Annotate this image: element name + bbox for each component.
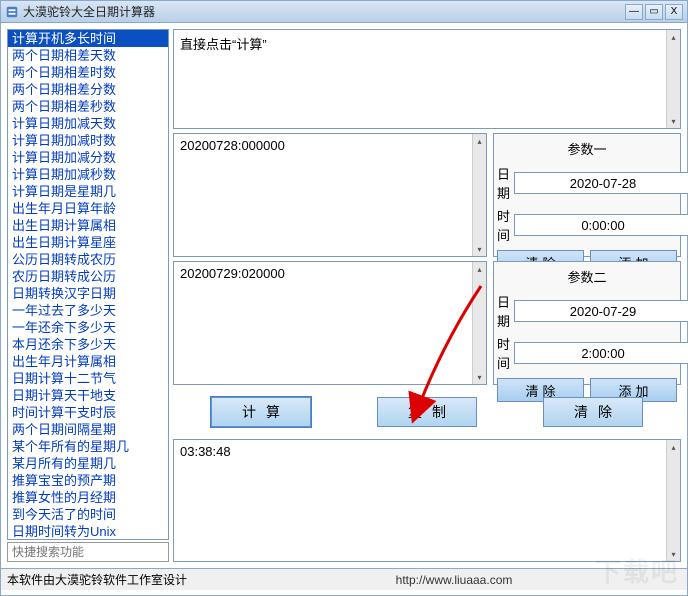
sidebar-item[interactable]: 日期转换汉字日期 xyxy=(8,285,168,302)
sidebar-item[interactable]: 两个日期间隔星期 xyxy=(8,421,168,438)
result-text: 03:38:48 xyxy=(180,444,231,459)
titlebar: 大漠驼铃大全日期计算器 — ▭ X xyxy=(1,1,687,23)
sidebar-item[interactable]: 日期计算十二节气 xyxy=(8,370,168,387)
param1-title: 参数一 xyxy=(497,137,677,160)
sidebar-item[interactable]: 出生日期计算属相 xyxy=(8,217,168,234)
scrollbar[interactable]: ▴▾ xyxy=(666,30,680,128)
sidebar-item[interactable]: 计算日期是星期几 xyxy=(8,183,168,200)
hint-text: 直接点击“计算” xyxy=(180,37,267,52)
sidebar-item[interactable]: 两个日期相差天数 xyxy=(8,47,168,64)
scrollbar[interactable]: ▴▾ xyxy=(472,262,486,384)
param2-title: 参数二 xyxy=(497,265,677,288)
sidebar-item[interactable]: 计算日期加减分数 xyxy=(8,149,168,166)
status-url: http://www.liuaaa.com xyxy=(227,573,681,587)
sidebar-item[interactable]: 两个日期相差秒数 xyxy=(8,98,168,115)
param2-time-label: 时间 xyxy=(497,334,510,372)
close-button[interactable]: X xyxy=(665,4,683,20)
param2-value: 20200729:020000 xyxy=(180,266,285,281)
param1-date-input[interactable] xyxy=(514,172,688,194)
sidebar-item[interactable]: 某个年所有的星期几 xyxy=(8,438,168,455)
param2-time-input[interactable] xyxy=(514,342,688,364)
param1-value: 20200728:000000 xyxy=(180,138,285,153)
sidebar-item[interactable]: 到今天活了的时间 xyxy=(8,506,168,523)
sidebar-item[interactable]: 推算宝宝的预产期 xyxy=(8,472,168,489)
scrollbar[interactable]: ▴▾ xyxy=(666,440,680,561)
sidebar-item[interactable]: 计算日期加减时数 xyxy=(8,132,168,149)
search-input[interactable] xyxy=(7,542,169,562)
param2-textarea[interactable]: 20200729:020000 ▴▾ xyxy=(173,261,487,385)
param1-time-input[interactable] xyxy=(514,214,688,236)
sidebar-item[interactable]: 推算女性的月经期 xyxy=(8,489,168,506)
param1-textarea[interactable]: 20200728:000000 ▴▾ xyxy=(173,133,487,257)
sidebar-item[interactable]: 本月还余下多少天 xyxy=(8,336,168,353)
param1-time-label: 时间 xyxy=(497,206,510,244)
window-title: 大漠驼铃大全日期计算器 xyxy=(23,3,625,20)
app-window: 大漠驼铃大全日期计算器 — ▭ X 计算开机多长时间两个日期相差天数两个日期相差… xyxy=(0,0,688,596)
sidebar-item[interactable]: 出生年月日算年龄 xyxy=(8,200,168,217)
sidebar-item[interactable]: 日期计算天干地支 xyxy=(8,387,168,404)
sidebar-item[interactable]: 出生年月计算属相 xyxy=(8,353,168,370)
sidebar-item[interactable]: 农历日期转成公历 xyxy=(8,268,168,285)
sidebar: 计算开机多长时间两个日期相差天数两个日期相差时数两个日期相差分数两个日期相差秒数… xyxy=(7,29,169,562)
sidebar-list[interactable]: 计算开机多长时间两个日期相差天数两个日期相差时数两个日期相差分数两个日期相差秒数… xyxy=(7,29,169,540)
sidebar-item[interactable]: 公历日期转成农历 xyxy=(8,251,168,268)
sidebar-item[interactable]: 两个日期相差时数 xyxy=(8,64,168,81)
sidebar-item[interactable]: 一年还余下多少天 xyxy=(8,319,168,336)
sidebar-item[interactable]: 日期时间转为Unix xyxy=(8,523,168,540)
sidebar-item[interactable]: 某月所有的星期几 xyxy=(8,455,168,472)
sidebar-item[interactable]: 两个日期相差分数 xyxy=(8,81,168,98)
clear-all-button[interactable]: 清除 xyxy=(543,397,643,427)
calculate-button[interactable]: 计算 xyxy=(211,397,311,427)
action-row: 计算 复制 清除 xyxy=(173,389,681,435)
result-box: 03:38:48 ▴▾ xyxy=(173,439,681,562)
maximize-button[interactable]: ▭ xyxy=(645,4,663,20)
param1-panel: 参数一 日期 ▼ 时间 清 xyxy=(493,133,681,257)
sidebar-item[interactable]: 计算日期加减秒数 xyxy=(8,166,168,183)
hint-box: 直接点击“计算” ▴▾ xyxy=(173,29,681,129)
status-credit: 本软件由大漠驼铃软件工作室设计 xyxy=(7,571,227,588)
minimize-button[interactable]: — xyxy=(625,4,643,20)
param2-date-label: 日期 xyxy=(497,292,510,330)
statusbar: 本软件由大漠驼铃软件工作室设计 http://www.liuaaa.com xyxy=(1,568,687,590)
scrollbar[interactable]: ▴▾ xyxy=(472,134,486,256)
param2-date-input[interactable] xyxy=(514,300,688,322)
sidebar-item[interactable]: 出生日期计算星座 xyxy=(8,234,168,251)
main-area: 直接点击“计算” ▴▾ 20200728:000000 ▴▾ 参数一 日期 ▼ xyxy=(173,29,681,562)
sidebar-item[interactable]: 计算开机多长时间 xyxy=(8,30,168,47)
sidebar-item[interactable]: 计算日期加减天数 xyxy=(8,115,168,132)
copy-button[interactable]: 复制 xyxy=(377,397,477,427)
param1-date-label: 日期 xyxy=(497,164,510,202)
sidebar-item[interactable]: 一年过去了多少天 xyxy=(8,302,168,319)
app-icon xyxy=(5,5,19,19)
sidebar-item[interactable]: 时间计算干支时辰 xyxy=(8,404,168,421)
param2-panel: 参数二 日期 ▼ 时间 清 xyxy=(493,261,681,385)
